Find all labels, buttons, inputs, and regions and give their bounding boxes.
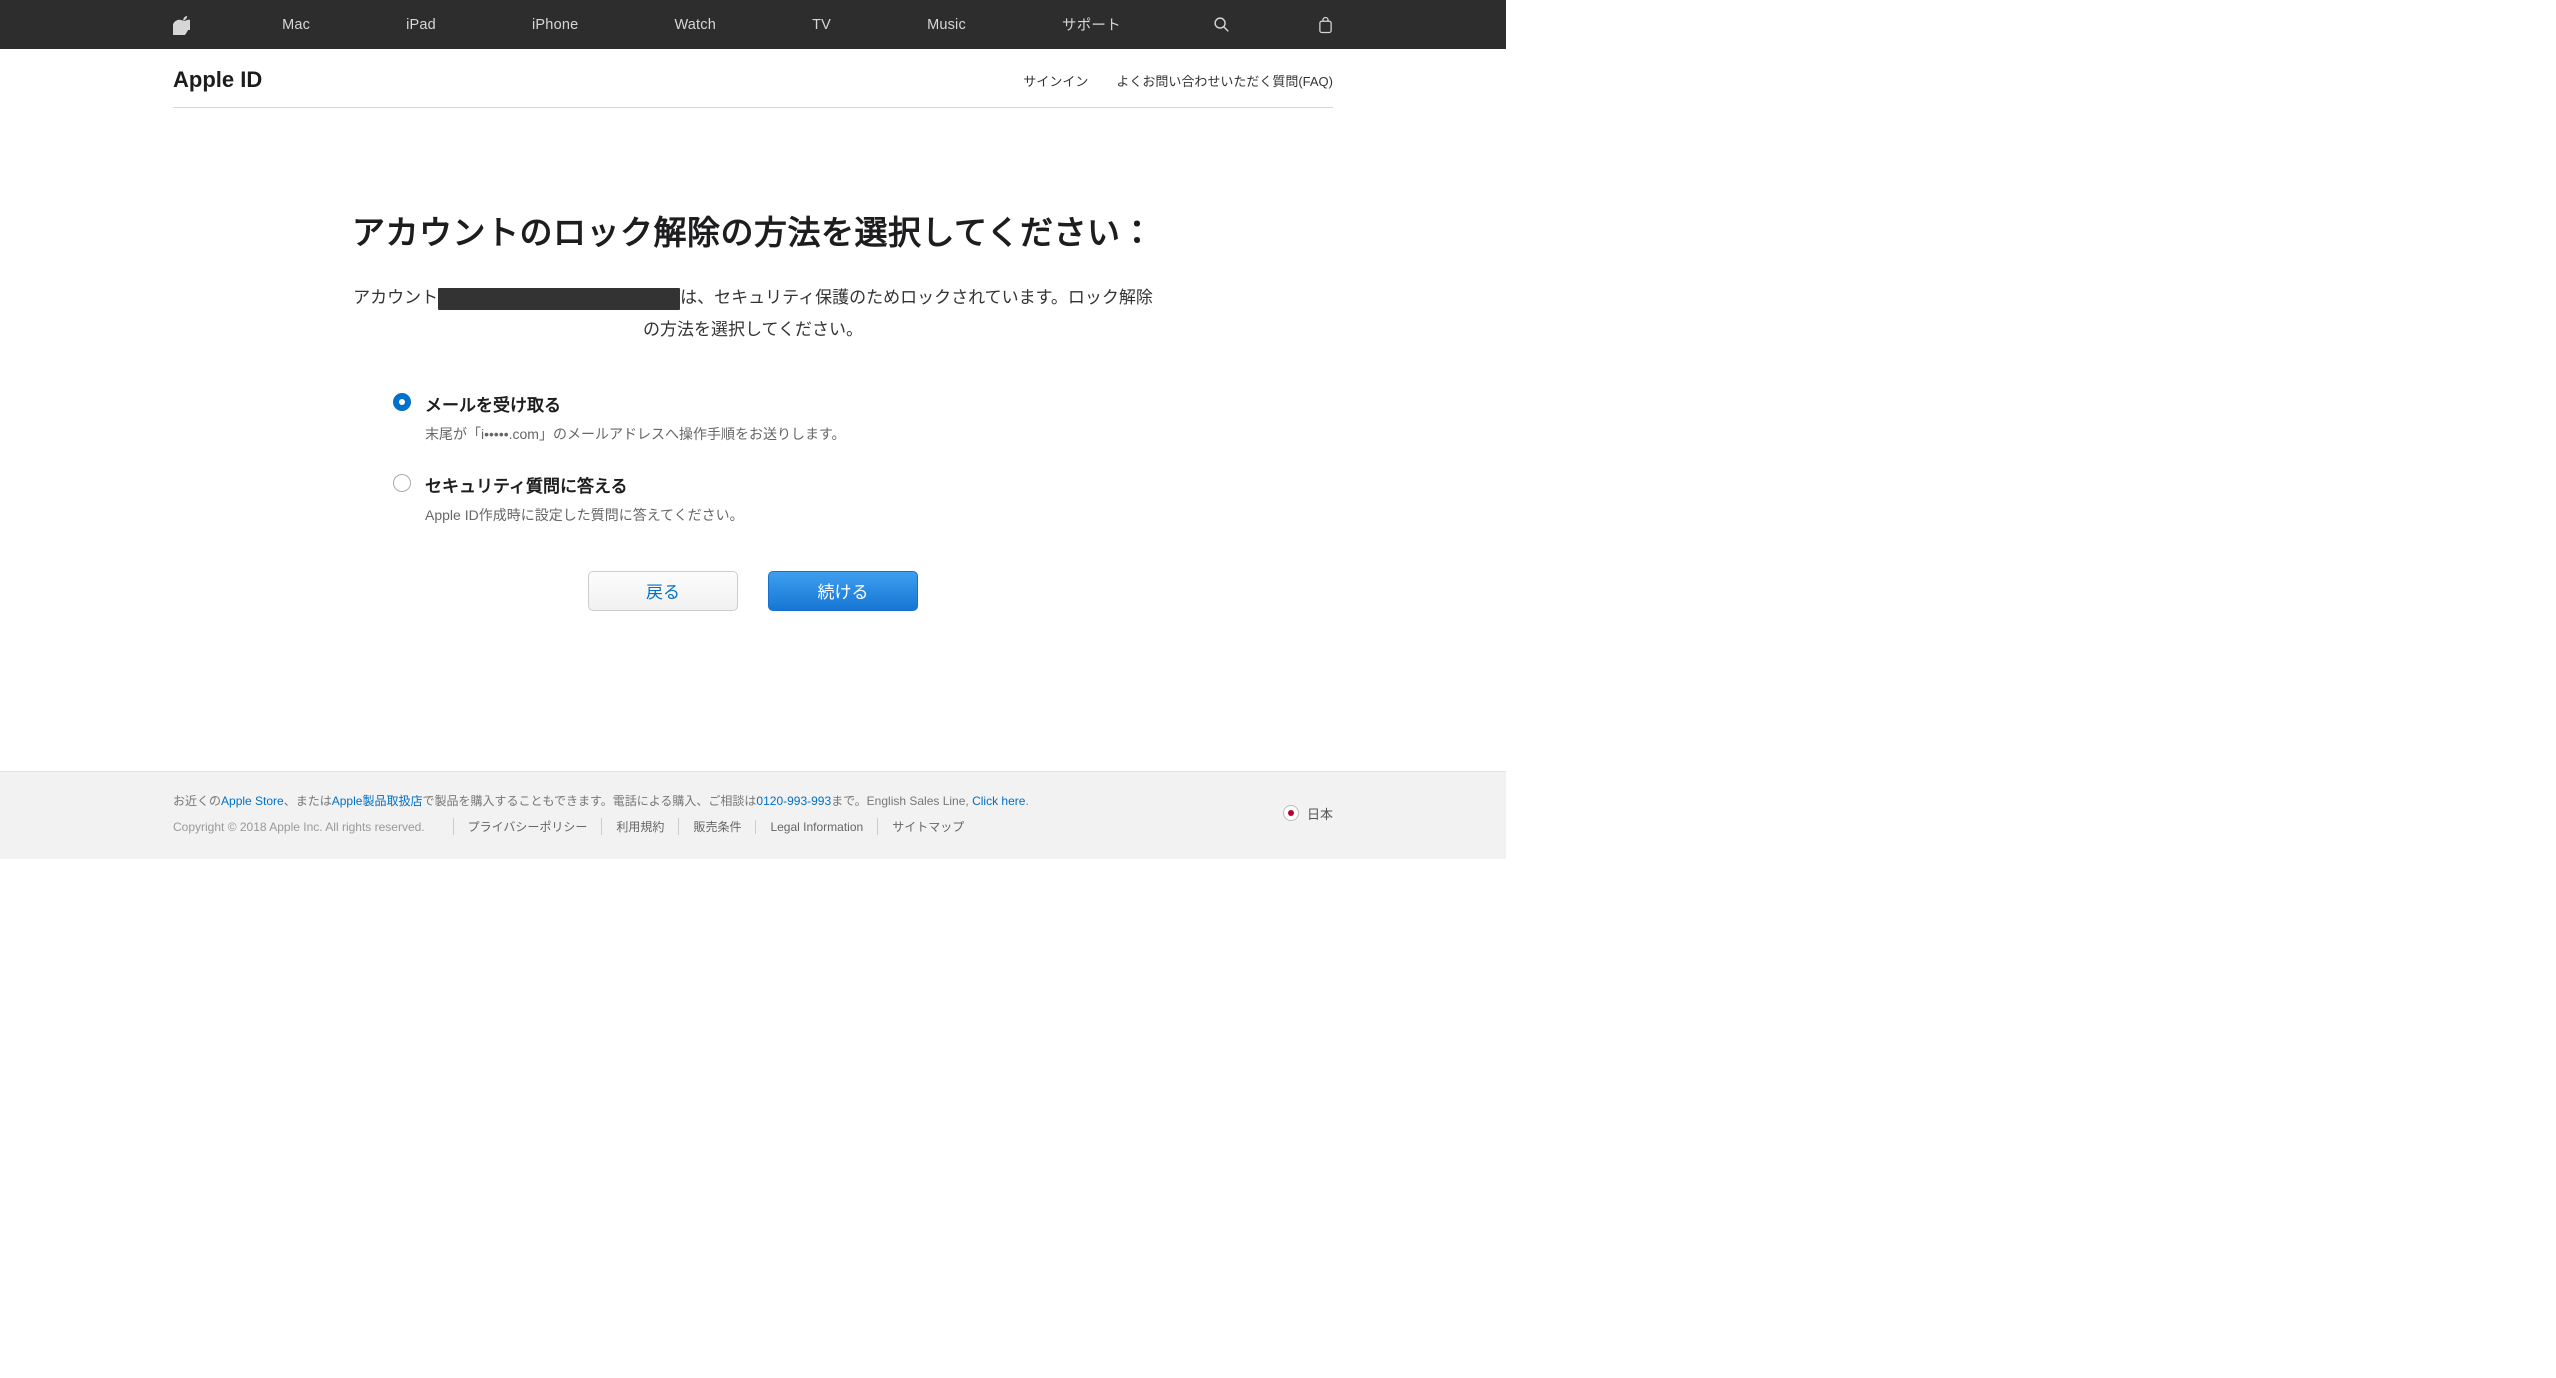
- footer-inner: お近くのApple Store、またはApple製品取扱店で製品を購入することも…: [173, 790, 1333, 836]
- main-heading: アカウントのロック解除の方法を選択してください：: [173, 206, 1333, 254]
- footer-link-sitemap[interactable]: サイトマップ: [877, 818, 978, 835]
- sub-header: Apple ID サインイン よくお問い合わせいただく質問(FAQ): [173, 49, 1333, 108]
- page-title: Apple ID: [173, 67, 262, 93]
- locale-label: 日本: [1307, 804, 1333, 823]
- global-nav: Mac iPad iPhone Watch TV Music サポート: [0, 0, 1506, 49]
- desc-post: の方法を選択してください。: [643, 320, 863, 339]
- option-security-questions[interactable]: セキュリティ質問に答える Apple ID作成時に設定した質問に答えてください。: [393, 472, 1113, 525]
- main-description: アカウント は、セキュリティ保護のためロックされています。ロック解除 の方法を選択…: [353, 282, 1153, 347]
- option-security-text: セキュリティ質問に答える Apple ID作成時に設定した質問に答えてください。: [425, 472, 744, 525]
- option-security-title: セキュリティ質問に答える: [425, 472, 744, 497]
- footer-link-legal[interactable]: Legal Information: [755, 820, 877, 834]
- option-email-desc: 末尾が「i•••••.com」のメールアドレスへ操作手順をお送りします。: [425, 424, 846, 444]
- footer-text-1: お近くの: [173, 794, 221, 808]
- radio-security-questions[interactable]: [393, 474, 411, 492]
- nav-iphone[interactable]: iPhone: [528, 11, 582, 39]
- nav-ipad[interactable]: iPad: [402, 11, 440, 39]
- footer-link-sales[interactable]: 販売条件: [678, 818, 755, 835]
- radio-email[interactable]: [393, 393, 411, 411]
- signin-link[interactable]: サインイン: [1023, 71, 1088, 90]
- flag-japan-icon: [1283, 805, 1299, 821]
- footer-link-phone[interactable]: 0120-993-993: [756, 794, 831, 808]
- footer: お近くのApple Store、またはApple製品取扱店で製品を購入することも…: [0, 771, 1506, 860]
- redacted-account: [438, 288, 680, 310]
- unlock-options: メールを受け取る 末尾が「i•••••.com」のメールアドレスへ操作手順をお送…: [393, 391, 1113, 525]
- option-security-desc: Apple ID作成時に設定した質問に答えてください。: [425, 505, 744, 525]
- option-email-text: メールを受け取る 末尾が「i•••••.com」のメールアドレスへ操作手順をお送…: [425, 391, 846, 444]
- back-button[interactable]: 戻る: [588, 571, 738, 611]
- footer-row-1: お近くのApple Store、またはApple製品取扱店で製品を購入することも…: [173, 790, 1333, 813]
- desc-pre: アカウント: [353, 288, 438, 307]
- faq-link[interactable]: よくお問い合わせいただく質問(FAQ): [1116, 71, 1333, 90]
- apple-logo-icon[interactable]: [173, 15, 190, 35]
- locale-selector[interactable]: 日本: [1283, 804, 1333, 823]
- nav-tv[interactable]: TV: [808, 11, 835, 39]
- nav-support[interactable]: サポート: [1058, 8, 1125, 41]
- footer-text-4: まで。English Sales Line,: [831, 794, 972, 808]
- option-email-title: メールを受け取る: [425, 391, 846, 416]
- footer-link-reseller[interactable]: Apple製品取扱店: [332, 794, 423, 808]
- footer-link-privacy[interactable]: プライバシーポリシー: [453, 818, 602, 835]
- footer-link-terms[interactable]: 利用規約: [601, 818, 678, 835]
- footer-link-apple-store[interactable]: Apple Store: [221, 794, 284, 808]
- option-email[interactable]: メールを受け取る 末尾が「i•••••.com」のメールアドレスへ操作手順をお送…: [393, 391, 1113, 444]
- bag-icon[interactable]: [1318, 16, 1333, 34]
- nav-music[interactable]: Music: [923, 11, 970, 39]
- copyright: Copyright © 2018 Apple Inc. All rights r…: [173, 820, 425, 834]
- search-icon[interactable]: [1213, 16, 1230, 33]
- global-nav-inner: Mac iPad iPhone Watch TV Music サポート: [173, 8, 1333, 41]
- continue-button[interactable]: 続ける: [768, 571, 918, 611]
- footer-text-5: .: [1025, 794, 1028, 808]
- nav-mac[interactable]: Mac: [278, 11, 314, 39]
- footer-link-english[interactable]: Click here: [972, 794, 1025, 808]
- nav-watch[interactable]: Watch: [670, 11, 720, 39]
- footer-text-3: で製品を購入することもできます。電話による購入、ご相談は: [422, 794, 756, 808]
- footer-text-2: 、または: [284, 794, 332, 808]
- footer-row-2: Copyright © 2018 Apple Inc. All rights r…: [173, 818, 1333, 835]
- button-row: 戻る 続ける: [173, 571, 1333, 611]
- main-content: アカウントのロック解除の方法を選択してください： アカウント は、セキュリティ保護…: [173, 108, 1333, 611]
- sub-header-links: サインイン よくお問い合わせいただく質問(FAQ): [1023, 71, 1333, 90]
- desc-mid: は、セキュリティ保護のためロックされています。ロック解除: [680, 288, 1153, 307]
